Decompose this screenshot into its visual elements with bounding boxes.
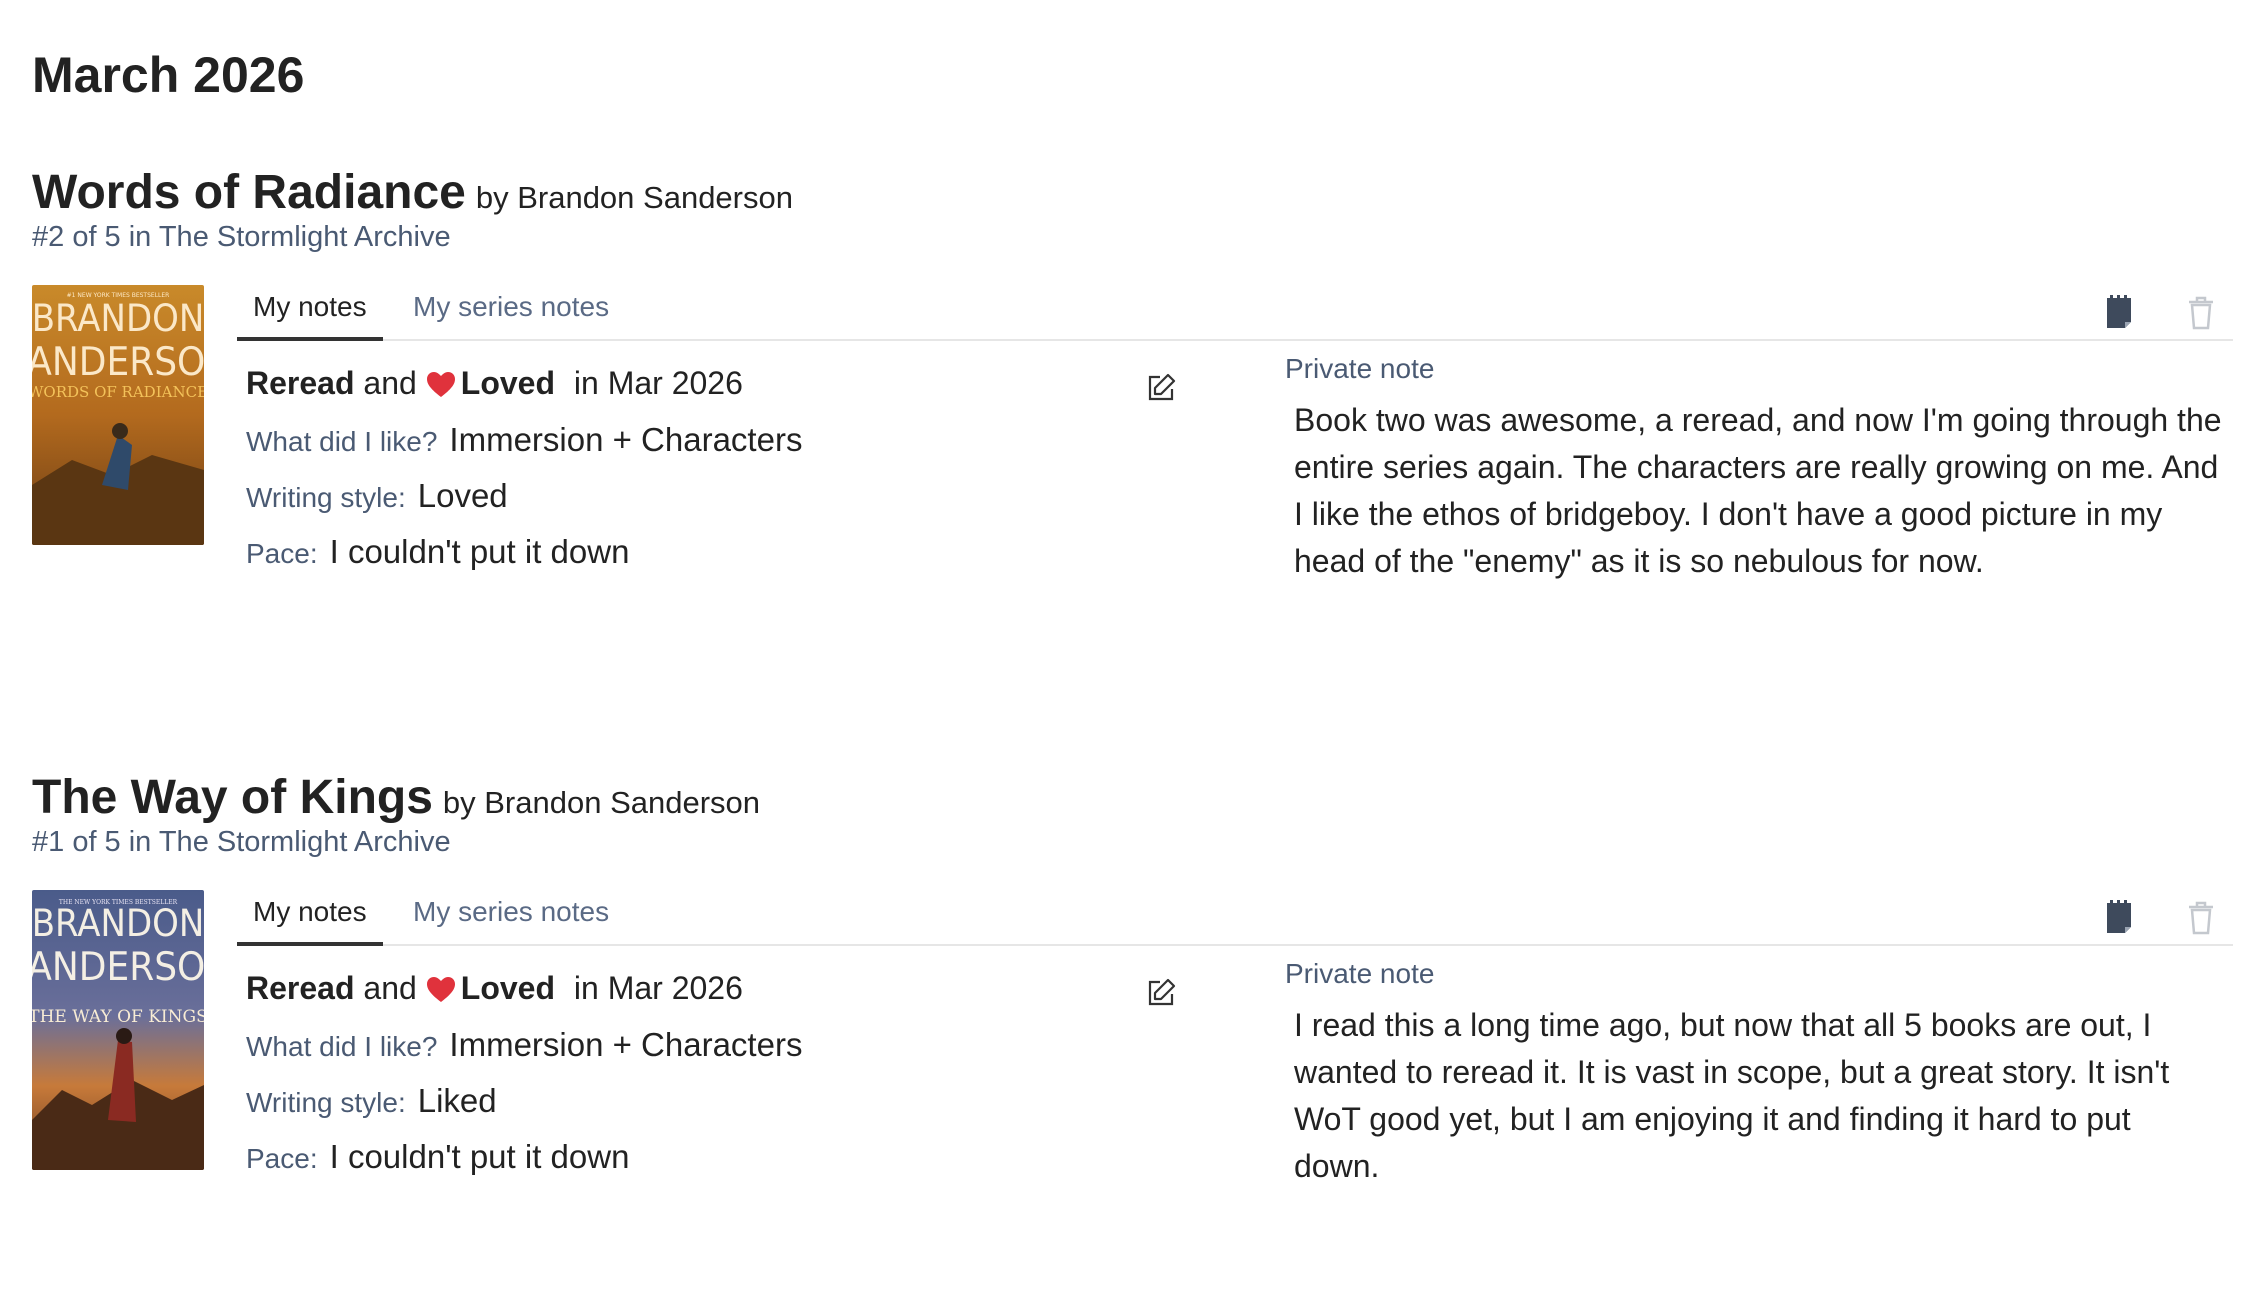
heart-icon	[426, 369, 455, 406]
pace-label: Pace:	[246, 1143, 318, 1174]
in-label: in	[573, 970, 599, 1006]
writing-style-value: Liked	[417, 1082, 497, 1119]
writing-style-label: Writing style:	[246, 1087, 406, 1118]
liked-label: What did I like?	[246, 1031, 438, 1062]
reread-label: Reread	[246, 970, 355, 1006]
loved-label: Loved	[460, 970, 556, 1006]
book-header: Words of Radiance by Brandon Sanderson	[32, 165, 793, 220]
cover-author-line: SANDERSON	[32, 944, 204, 990]
cover-title-text: WORDS OF RADIANCE	[32, 383, 204, 401]
tab-my-series-notes[interactable]: My series notes	[397, 882, 625, 942]
pace-row: Pace: I couldn't put it down	[246, 1138, 629, 1176]
heart-icon	[426, 974, 455, 1011]
liked-value: Immersion + Characters	[449, 1026, 803, 1063]
read-status: Reread and Loved in Mar 2026	[246, 970, 743, 1011]
writing-style-label: Writing style:	[246, 482, 406, 513]
bookmark-shelf-icon[interactable]	[2104, 900, 2134, 936]
and-label: and	[363, 365, 417, 401]
private-note-label: Private note	[1285, 958, 1435, 989]
month-heading: March 2026	[32, 47, 305, 103]
book-title[interactable]: Words of Radiance	[32, 166, 466, 219]
trash-icon[interactable]	[2186, 900, 2216, 936]
writing-style-value: Loved	[417, 477, 508, 514]
book-entry: Words of Radiance by Brandon Sanderson #2…	[0, 165, 2256, 685]
pace-row: Pace: I couldn't put it down	[246, 533, 629, 571]
book-header: The Way of Kings by Brandon Sanderson	[32, 770, 760, 825]
edit-pencil-icon[interactable]	[1146, 373, 1176, 403]
read-date: Mar 2026	[607, 365, 743, 401]
liked-value: Immersion + Characters	[449, 421, 803, 458]
book-series-link[interactable]: #2 of 5 in The Stormlight Archive	[32, 221, 451, 254]
private-note-text: Book two was awesome, a reread, and now …	[1294, 402, 2222, 579]
tab-my-series-notes[interactable]: My series notes	[397, 277, 625, 337]
book-title[interactable]: The Way of Kings	[32, 771, 433, 824]
pace-value: I couldn't put it down	[329, 1138, 630, 1175]
liked-row: What did I like? Immersion + Characters	[246, 421, 802, 459]
private-note-text: I read this a long time ago, but now tha…	[1294, 1007, 2170, 1184]
cover-author-line: BRANDON	[32, 298, 204, 341]
writing-style-row: Writing style: Loved	[246, 477, 508, 515]
book-cover[interactable]: THE NEW YORK TIMES BESTSELLER BRANDON SA…	[32, 890, 204, 1170]
pace-value: I couldn't put it down	[329, 533, 630, 570]
cover-title-text: THE WAY OF KINGS	[32, 1007, 204, 1027]
book-author[interactable]: by Brandon Sanderson	[443, 785, 760, 820]
writing-style-row: Writing style: Liked	[246, 1082, 497, 1120]
cover-author-line: BRANDON	[32, 903, 204, 946]
read-status: Reread and Loved in Mar 2026	[246, 365, 743, 406]
edit-pencil-icon[interactable]	[1146, 978, 1176, 1008]
and-label: and	[363, 970, 417, 1006]
book-cover[interactable]: #1 NEW YORK TIMES BESTSELLER BRANDON SAN…	[32, 285, 204, 545]
book-entry: The Way of Kings by Brandon Sanderson #1 …	[0, 770, 2256, 1290]
book-series-link[interactable]: #1 of 5 in The Stormlight Archive	[32, 826, 451, 859]
liked-label: What did I like?	[246, 426, 438, 457]
loved-label: Loved	[460, 365, 556, 401]
notes-tabs: My notes My series notes	[237, 277, 2233, 341]
cover-author-line: SANDERSON	[32, 339, 204, 385]
notes-tabs: My notes My series notes	[237, 882, 2233, 946]
liked-row: What did I like? Immersion + Characters	[246, 1026, 802, 1064]
tab-my-notes[interactable]: My notes	[237, 882, 383, 946]
trash-icon[interactable]	[2186, 295, 2216, 331]
private-note-label: Private note	[1285, 353, 1435, 384]
bookmark-shelf-icon[interactable]	[2104, 295, 2134, 331]
pace-label: Pace:	[246, 538, 318, 569]
read-date: Mar 2026	[607, 970, 743, 1006]
reread-label: Reread	[246, 365, 355, 401]
book-author[interactable]: by Brandon Sanderson	[476, 180, 793, 215]
in-label: in	[573, 365, 599, 401]
tab-my-notes[interactable]: My notes	[237, 277, 383, 341]
